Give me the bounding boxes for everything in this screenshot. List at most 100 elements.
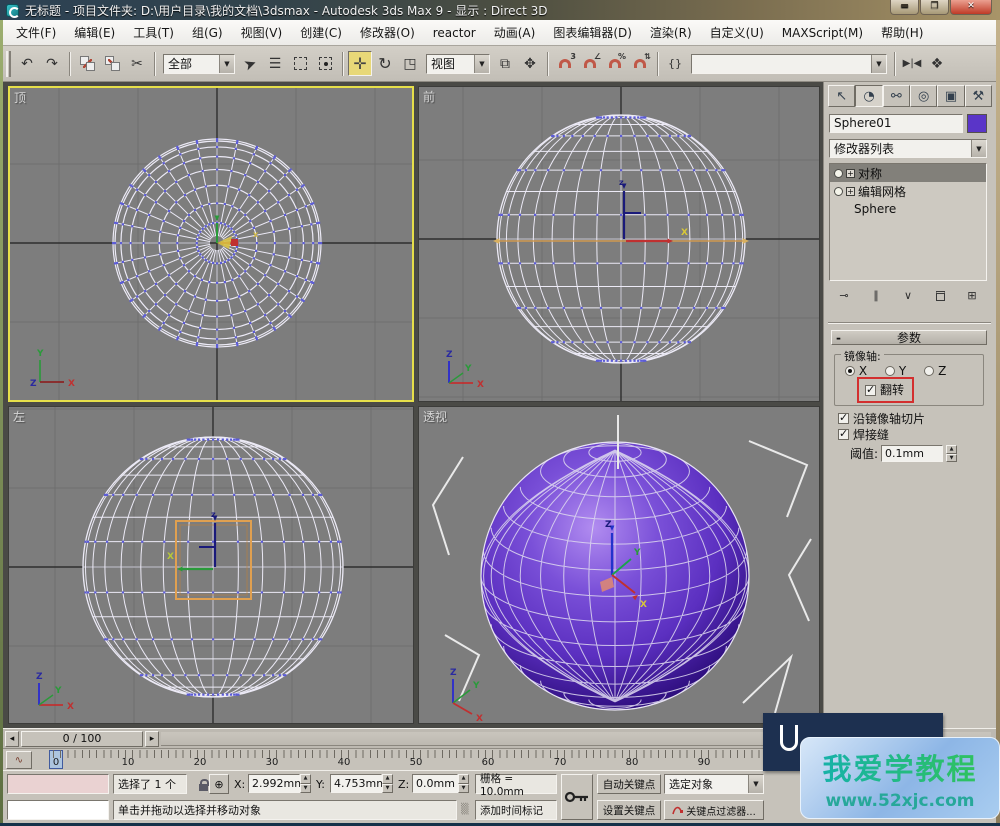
absolute-offset-mode-icon[interactable]: ⊕ bbox=[209, 774, 229, 794]
modifier-list-dropdown[interactable]: 修改器列表 ▼ bbox=[829, 139, 987, 158]
tab-utilities[interactable]: ⚒ bbox=[965, 85, 992, 107]
maxscript-mini-listener-pink[interactable] bbox=[7, 774, 109, 794]
spinner-snap-icon[interactable]: ⇅ bbox=[628, 51, 652, 76]
percent-snap-icon[interactable]: % bbox=[603, 51, 627, 76]
stack-item-sphere[interactable]: Sphere bbox=[830, 200, 986, 218]
chevron-down-icon[interactable]: ▼ bbox=[219, 55, 234, 73]
mirror-icon[interactable]: ▶|◀ bbox=[900, 51, 924, 76]
menu-graph-editors[interactable]: 图表编辑器(D) bbox=[544, 21, 641, 44]
x-coordinate-field[interactable]: 2.992mm bbox=[248, 774, 300, 793]
select-by-name-icon[interactable]: ☰ bbox=[263, 51, 287, 76]
selection-lock-icon[interactable] bbox=[199, 784, 208, 791]
toolbar-grip[interactable] bbox=[6, 51, 11, 77]
named-selection-dropdown[interactable]: ▼ bbox=[691, 54, 887, 74]
set-key-button[interactable]: 设置关键点 bbox=[597, 800, 661, 820]
close-button[interactable]: ✕ bbox=[950, 0, 992, 15]
redo-icon[interactable]: ↷ bbox=[40, 51, 64, 76]
flip-checkbox[interactable]: 翻转 bbox=[865, 383, 904, 397]
align-icon[interactable]: ❖ bbox=[925, 51, 949, 76]
viewport-front[interactable]: XzZXY 前 bbox=[418, 86, 820, 402]
modifier-onoff-bulb-icon[interactable] bbox=[834, 187, 843, 196]
chevron-down-icon[interactable]: ▼ bbox=[748, 775, 763, 793]
minimize-button[interactable]: ▬ bbox=[890, 0, 919, 15]
radio-axis-z[interactable]: Z bbox=[924, 364, 946, 378]
menu-create[interactable]: 创建(C) bbox=[291, 21, 351, 44]
frame-forward-arrow[interactable]: ▸ bbox=[145, 731, 159, 747]
weld-checkbox[interactable]: 焊接缝 bbox=[838, 427, 889, 441]
tab-modify[interactable]: ◔ bbox=[855, 85, 882, 107]
remove-modifier-icon[interactable] bbox=[925, 285, 955, 306]
z-spinner[interactable]: ▲▼ bbox=[458, 774, 469, 793]
viewport-front-label[interactable]: 前 bbox=[423, 88, 435, 105]
stack-item-edit-mesh[interactable]: + 编辑网格 bbox=[830, 182, 986, 200]
select-object-icon[interactable]: ➤ bbox=[234, 48, 265, 80]
menu-group[interactable]: 组(G) bbox=[183, 21, 232, 44]
viewport-perspective[interactable]: ZYXZYX 透视 bbox=[418, 406, 820, 724]
radio-axis-y[interactable]: Y bbox=[885, 364, 906, 378]
expand-plus-icon[interactable]: + bbox=[846, 187, 855, 196]
menu-tools[interactable]: 工具(T) bbox=[124, 21, 183, 44]
time-slider-grip[interactable]: 0 / 100 bbox=[21, 731, 143, 747]
select-and-move-icon[interactable]: ✛ bbox=[348, 51, 372, 76]
named-selection-sets-icon[interactable]: {} bbox=[663, 51, 687, 76]
chevron-down-icon[interactable]: ▼ bbox=[871, 55, 886, 73]
threshold-field[interactable]: 0.1mm bbox=[881, 445, 943, 462]
pin-stack-icon[interactable]: ⊸ bbox=[829, 285, 859, 306]
y-coordinate-field[interactable]: 4.753mm bbox=[330, 774, 382, 793]
viewport-perspective-label[interactable]: 透视 bbox=[423, 408, 447, 425]
expand-plus-icon[interactable]: + bbox=[846, 169, 855, 178]
configure-modifier-sets-icon[interactable]: ⊞ bbox=[957, 285, 987, 306]
key-filters-button[interactable]: 关键点过滤器... bbox=[664, 800, 764, 820]
tab-hierarchy[interactable]: ⚯ bbox=[883, 85, 910, 107]
tab-motion[interactable]: ◎ bbox=[910, 85, 937, 107]
select-and-scale-icon[interactable]: ◳ bbox=[398, 51, 422, 76]
use-pivot-point-center-icon[interactable]: ⧉ bbox=[493, 51, 517, 76]
reference-coordinate-system-dropdown[interactable]: 视图 ▼ bbox=[426, 54, 490, 74]
object-name-field[interactable]: Sphere01 bbox=[829, 114, 963, 133]
angle-snap-icon[interactable]: ∠ bbox=[578, 51, 602, 76]
menu-animation[interactable]: 动画(A) bbox=[485, 21, 545, 44]
rectangular-selection-region-icon[interactable] bbox=[288, 51, 312, 76]
radio-axis-x[interactable]: X bbox=[845, 364, 867, 378]
viewport-top-label[interactable]: 顶 bbox=[14, 89, 26, 106]
tab-display[interactable]: ▣ bbox=[937, 85, 964, 107]
tab-create[interactable]: ↖ bbox=[828, 85, 855, 107]
chevron-down-icon[interactable]: ▼ bbox=[474, 55, 489, 73]
open-mini-curve-editor-button[interactable]: ∿ bbox=[6, 751, 32, 769]
snaps-toggle-icon[interactable]: 3 bbox=[553, 51, 577, 76]
x-spinner[interactable]: ▲▼ bbox=[300, 774, 311, 793]
slice-checkbox[interactable]: 沿镜像轴切片 bbox=[838, 411, 925, 425]
bind-to-space-warp-icon[interactable]: ✂ bbox=[125, 51, 149, 76]
menu-maxscript[interactable]: MAXScript(M) bbox=[773, 23, 872, 43]
menu-views[interactable]: 视图(V) bbox=[232, 21, 292, 44]
make-unique-icon[interactable]: ∨ bbox=[893, 285, 923, 306]
parameters-rollout-header[interactable]: - 参数 bbox=[831, 330, 987, 345]
viewport-left[interactable]: XzZXY 左 bbox=[8, 406, 414, 724]
window-crossing-icon[interactable] bbox=[313, 51, 337, 76]
menu-edit[interactable]: 编辑(E) bbox=[65, 21, 124, 44]
set-key-mode-key-icon[interactable] bbox=[561, 774, 593, 820]
menu-help[interactable]: 帮助(H) bbox=[872, 21, 932, 44]
maxscript-mini-listener-white[interactable] bbox=[7, 800, 109, 820]
menu-reactor[interactable]: reactor bbox=[424, 23, 485, 43]
modifier-onoff-bulb-icon[interactable] bbox=[834, 169, 843, 178]
undo-icon[interactable]: ↶ bbox=[15, 51, 39, 76]
maximize-button[interactable]: ❐ bbox=[920, 0, 949, 15]
collapse-icon[interactable]: - bbox=[836, 331, 841, 345]
menu-customize[interactable]: 自定义(U) bbox=[701, 21, 773, 44]
viewport-top[interactable]: xYXZ 顶 bbox=[8, 86, 414, 402]
menu-modifiers[interactable]: 修改器(O) bbox=[351, 21, 424, 44]
select-and-manipulate-icon[interactable]: ✥ bbox=[518, 51, 542, 76]
unlink-selection-icon[interactable] bbox=[100, 51, 124, 76]
stack-item-symmetry[interactable]: + 对称 bbox=[830, 164, 986, 182]
menu-file[interactable]: 文件(F) bbox=[7, 21, 65, 44]
menu-rendering[interactable]: 渲染(R) bbox=[641, 21, 701, 44]
key-mode-dropdown[interactable]: 选定对象 ▼ bbox=[664, 774, 764, 794]
select-and-rotate-icon[interactable]: ↻ bbox=[373, 51, 397, 76]
z-coordinate-field[interactable]: 0.0mm bbox=[412, 774, 458, 793]
threshold-spinner[interactable]: ▲▼ bbox=[946, 445, 957, 462]
chevron-down-icon[interactable]: ▼ bbox=[971, 140, 986, 157]
show-end-result-icon[interactable]: ∥ bbox=[861, 285, 891, 306]
selection-filter-dropdown[interactable]: 全部 ▼ bbox=[163, 54, 235, 74]
frame-back-arrow[interactable]: ◂ bbox=[5, 731, 19, 747]
